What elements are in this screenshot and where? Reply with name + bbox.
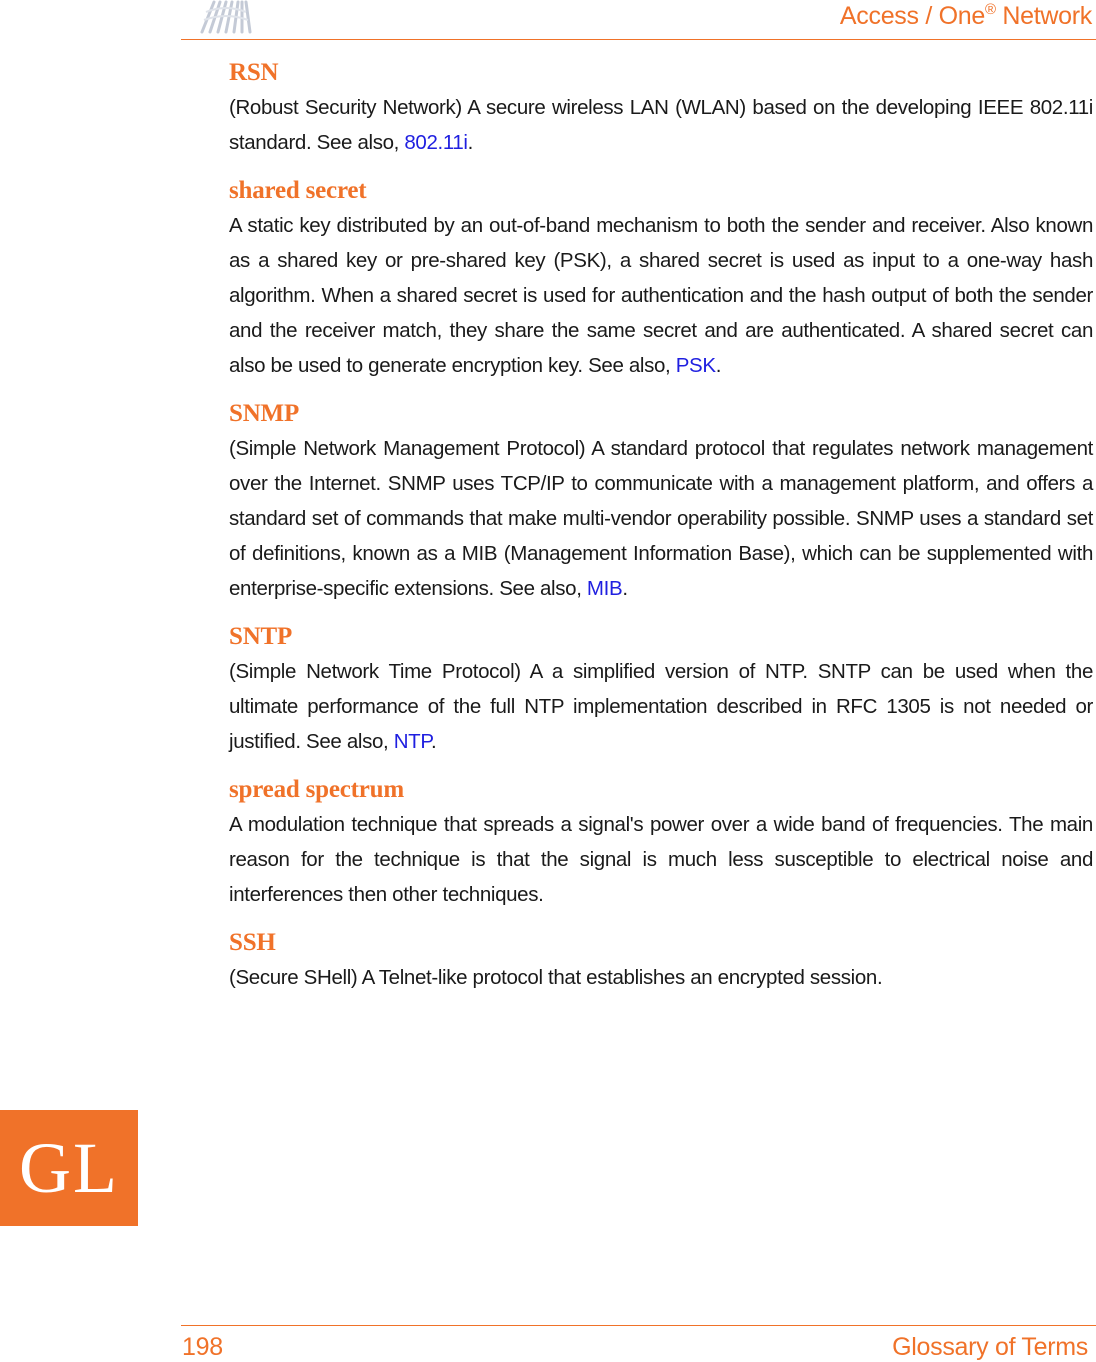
glossary-term: SNTP [229, 623, 293, 650]
page-number: 198 [182, 1333, 223, 1361]
glossary-definition: A static key distributed by an out-of-ba… [229, 208, 1093, 383]
definition-text: (Simple Network Management Protocol) A s… [229, 437, 1093, 600]
section-title: Glossary of Terms [892, 1333, 1088, 1361]
glossary-entry-rsn: RSN (Robust Security Network) A secure w… [229, 56, 1093, 160]
glossary-term: RSN [229, 59, 279, 86]
glossary-content: RSN (Robust Security Network) A secure w… [229, 56, 1093, 1009]
glossary-term: SSH [229, 929, 276, 956]
document-title-suffix: Network [995, 2, 1092, 30]
document-title-prefix: Access / One [839, 2, 985, 30]
section-tab-gl: GL [0, 1110, 138, 1226]
glossary-entry-ssh: SSH (Secure SHell) A Telnet-like protoco… [229, 926, 1093, 995]
header-divider [181, 39, 1096, 40]
glossary-entry-shared-secret: shared secret A static key distributed b… [229, 174, 1093, 383]
glossary-term: shared secret [229, 177, 367, 204]
glossary-term: spread spectrum [229, 776, 405, 803]
fan-wave-logo-icon [200, 0, 252, 34]
see-also-link-mib[interactable]: MIB [587, 577, 623, 600]
definition-text: (Simple Network Time Protocol) A a simpl… [229, 660, 1093, 753]
see-also-link-802-11i[interactable]: 802.11i [404, 131, 468, 154]
glossary-entry-spread-spectrum: spread spectrum A modulation technique t… [229, 773, 1093, 912]
section-tab-label: GL [19, 1127, 119, 1208]
glossary-entry-sntp: SNTP (Simple Network Time Protocol) A a … [229, 620, 1093, 759]
glossary-term: SNMP [229, 400, 300, 427]
footer-divider [181, 1325, 1096, 1326]
glossary-definition: (Secure SHell) A Telnet-like protocol th… [229, 966, 883, 989]
see-also-link-ntp[interactable]: NTP [394, 730, 432, 753]
definition-tail: . [467, 131, 474, 154]
definition-tail: . [431, 730, 437, 753]
glossary-definition: (Robust Security Network) A secure wirel… [229, 90, 1093, 160]
definition-text: (Robust Security Network) A secure wirel… [229, 96, 1093, 154]
see-also-link-psk[interactable]: PSK [676, 354, 716, 377]
definition-tail: . [622, 577, 628, 600]
glossary-definition: A modulation technique that spreads a si… [229, 813, 1093, 906]
definition-text: A static key distributed by an out-of-ba… [229, 214, 1093, 377]
document-title: Access / One® Network [840, 2, 1092, 31]
glossary-definition: (Simple Network Time Protocol) A a simpl… [229, 654, 1093, 759]
glossary-entry-snmp: SNMP (Simple Network Management Protocol… [229, 397, 1093, 606]
registered-mark: ® [985, 1, 996, 18]
definition-tail: . [715, 354, 722, 377]
glossary-definition: (Simple Network Management Protocol) A s… [229, 431, 1093, 606]
